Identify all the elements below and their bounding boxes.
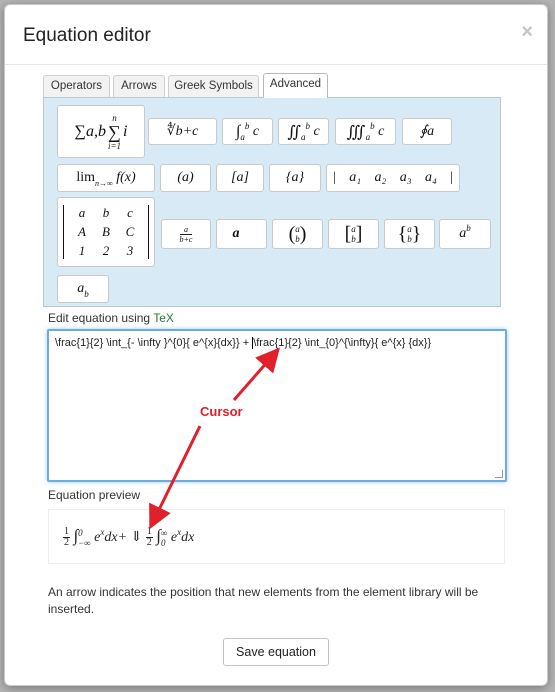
editor-text: \frac{1}{2} \int_{- \infty }^{0}{ e^{x}{… bbox=[55, 337, 431, 349]
matrix-grid: a b c A B C 1 2 3 bbox=[63, 205, 149, 259]
matrix-cell: B bbox=[102, 224, 110, 239]
matrix-cell: A bbox=[78, 224, 86, 239]
parentheses-button[interactable]: (a) bbox=[160, 164, 211, 192]
tab-arrows[interactable]: Arrows bbox=[113, 75, 165, 97]
sum-var: i bbox=[123, 122, 128, 140]
bracket-right-icon: ] bbox=[355, 222, 363, 245]
vector-elem-1: a₁ bbox=[349, 170, 362, 185]
subscript-base: a bbox=[77, 281, 85, 296]
close-icon[interactable]: × bbox=[521, 21, 533, 44]
subscript-button[interactable]: ab bbox=[57, 275, 109, 303]
preview-dx: dx+ bbox=[104, 530, 128, 545]
tex-editor-textarea[interactable]: \frac{1}{2} \int_{- \infty }^{0}{ e^{x}{… bbox=[47, 329, 507, 482]
double-integral-icon: ∬ bbox=[287, 123, 301, 141]
equation-preview: 1 2 ∫ 0 −∞ exdx+ ⇓ 1 2 ∫ ∞ 0 exdx bbox=[48, 509, 505, 564]
edit-label-prefix: Edit equation using bbox=[48, 311, 154, 325]
power-exp: b bbox=[466, 223, 471, 233]
int-upper: ∞ bbox=[160, 527, 168, 538]
frac-den: 2 bbox=[64, 537, 69, 549]
insert-cursor-icon: ⇓ bbox=[130, 530, 143, 545]
braces-button[interactable]: {a} bbox=[269, 164, 321, 192]
preview-label: Equation preview bbox=[48, 488, 141, 502]
vector-elem-2: a₂ bbox=[374, 170, 387, 185]
frac-den: 2 bbox=[146, 537, 152, 549]
sum-button[interactable]: ∑a,b n ∑ i=1 i bbox=[57, 105, 145, 158]
tab-operators[interactable]: Operators bbox=[43, 75, 110, 97]
limit-label: lim bbox=[76, 170, 96, 185]
sum-label: ∑a,b bbox=[74, 122, 106, 140]
preview-equation: 1 2 ∫ 0 −∞ exdx+ ⇓ 1 2 ∫ ∞ 0 exdx bbox=[63, 526, 194, 548]
cursor-annotation: Cursor bbox=[200, 404, 243, 419]
fraction-num: a bbox=[179, 225, 193, 235]
brackets-button[interactable]: [a] bbox=[216, 164, 264, 192]
dialog-title: Equation editor bbox=[23, 25, 151, 46]
bar-left-icon: | bbox=[333, 170, 336, 185]
brace-left-icon: { bbox=[397, 222, 408, 245]
integral-body: c bbox=[252, 123, 260, 139]
preview-frac-2: 1 2 bbox=[145, 527, 153, 549]
editor-text-before: \frac{1}{2} \int_{- \infty }^{0}{ e^{x}{… bbox=[55, 337, 253, 349]
double-integral-button[interactable]: ∬ a b c bbox=[278, 118, 329, 145]
fraction-preview: a b+c bbox=[179, 225, 193, 244]
preview-exp: x bbox=[177, 527, 182, 537]
double-integral-body: c bbox=[313, 123, 320, 139]
int-upper: 0 bbox=[78, 527, 83, 538]
vector-arrow-button[interactable]: a⃗ bbox=[216, 219, 267, 249]
limit-button[interactable]: lim n→∞ f(x) bbox=[57, 164, 155, 192]
sum-lower: i=1 bbox=[107, 140, 122, 151]
preview-dx: dx bbox=[181, 530, 195, 545]
int-lower: 0 bbox=[160, 537, 166, 548]
tex-link[interactable]: TeX bbox=[153, 311, 174, 325]
element-library-panel: ∑a,b n ∑ i=1 i ∜b+c ∫ a b c ∬ a b c ∭ a b c ∮a… bbox=[43, 97, 501, 307]
limit-f: f(x) bbox=[116, 170, 136, 185]
paren-left-icon: ( bbox=[288, 222, 296, 245]
preview-frac-1: 1 2 bbox=[63, 527, 70, 548]
matrix-cell: a bbox=[78, 205, 86, 220]
matrix-cell: C bbox=[125, 224, 135, 239]
int-lower: −∞ bbox=[78, 537, 91, 548]
bar-right-icon: | bbox=[450, 170, 453, 185]
vector-elem-3: a₃ bbox=[399, 170, 412, 185]
matrix-cell: 2 bbox=[102, 243, 110, 258]
vector-bars-button[interactable]: | a₁ a₂ a₃ a₄ | bbox=[326, 164, 460, 192]
sum-limits: n ∑ i=1 bbox=[108, 113, 121, 151]
triple-integral-button[interactable]: ∭ a b c bbox=[335, 118, 396, 145]
tab-advanced[interactable]: Advanced bbox=[263, 73, 328, 98]
binomial-bracket-button[interactable]: [ ab ] bbox=[328, 219, 379, 249]
sum-sigma-icon: ∑ bbox=[108, 121, 121, 142]
insertion-note: An arrow indicates the position that new… bbox=[48, 585, 479, 616]
matrix-cell: 3 bbox=[126, 243, 134, 258]
edit-label: Edit equation using TeX bbox=[48, 311, 174, 325]
dialog-header: Equation editor × bbox=[5, 5, 547, 65]
int-limits-1: 0 −∞ bbox=[78, 528, 91, 548]
binomial-brace-button[interactable]: { ab } bbox=[384, 219, 435, 249]
limit-sub: n→∞ bbox=[95, 178, 113, 188]
power-button[interactable]: ab bbox=[439, 219, 491, 249]
resize-grip-icon[interactable] bbox=[495, 470, 503, 478]
matrix-cell: b bbox=[102, 205, 110, 220]
sum-upper: n bbox=[112, 112, 117, 123]
triple-integral-body: c bbox=[378, 123, 385, 139]
contour-integral-button[interactable]: ∮a bbox=[402, 118, 452, 145]
editor-text-after: \frac{1}{2} \int_{0}^{\infty}{ e^{x} {dx… bbox=[253, 337, 432, 349]
root-button[interactable]: ∜b+c bbox=[148, 118, 217, 145]
power-base: a bbox=[459, 226, 467, 241]
subscript-index: b bbox=[84, 289, 89, 299]
preview-exp: x bbox=[100, 527, 105, 537]
int-limits-2: ∞ 0 bbox=[161, 528, 167, 548]
matrix-button[interactable]: a b c A B C 1 2 3 bbox=[57, 197, 155, 267]
bracket-left-icon: [ bbox=[344, 222, 352, 245]
integral-button[interactable]: ∫ a b c bbox=[222, 118, 273, 145]
save-equation-button[interactable]: Save equation bbox=[223, 638, 329, 666]
matrix-cell: 1 bbox=[78, 243, 86, 258]
paren-right-icon: ) bbox=[299, 222, 307, 245]
triple-integral-icon: ∭ bbox=[346, 123, 366, 141]
fraction-den: b+c bbox=[179, 234, 193, 244]
tab-greek-symbols[interactable]: Greek Symbols bbox=[168, 75, 259, 97]
fraction-button[interactable]: a b+c bbox=[161, 219, 211, 249]
matrix-cell: c bbox=[127, 205, 133, 220]
vector-elem-4: a₄ bbox=[424, 170, 437, 185]
brace-right-icon: } bbox=[411, 222, 422, 245]
binomial-paren-button[interactable]: ( ab ) bbox=[272, 219, 323, 249]
